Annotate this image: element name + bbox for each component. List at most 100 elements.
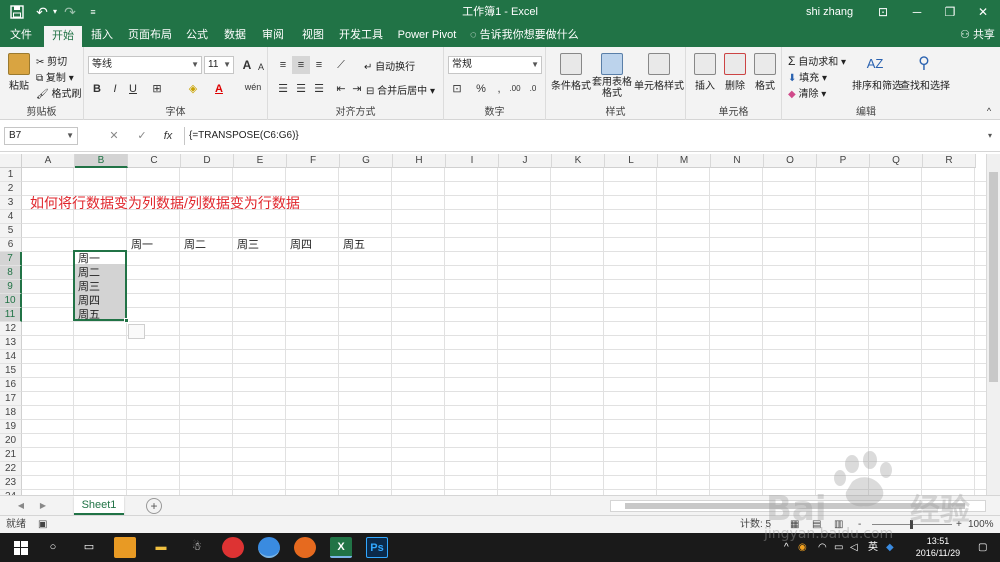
tab-review[interactable]: 审阅 xyxy=(256,24,290,47)
cell-colb-value[interactable]: 周二 xyxy=(78,266,100,280)
cancel-icon[interactable]: ✕ xyxy=(106,127,122,145)
cut-button[interactable]: ✂ 剪切 xyxy=(36,53,67,68)
save-icon[interactable] xyxy=(8,3,26,21)
autosum-button[interactable]: Σ 自动求和 ▾ xyxy=(788,53,846,68)
italic-button[interactable]: I xyxy=(106,80,124,98)
column-header-g[interactable]: G xyxy=(340,154,393,168)
user-name[interactable]: shi zhang xyxy=(806,0,853,24)
tab-power-pivot[interactable]: Power Pivot xyxy=(392,24,462,47)
task-view-icon[interactable]: ▭ xyxy=(78,537,100,558)
bold-button[interactable]: B xyxy=(88,80,106,98)
orientation-icon[interactable]: ⟋ xyxy=(332,56,350,74)
column-header-f[interactable]: F xyxy=(287,154,340,168)
decrease-decimal-button[interactable]: .0 xyxy=(524,80,542,98)
row-header-20[interactable]: 20 xyxy=(0,434,22,448)
restore-button[interactable]: ❐ xyxy=(933,0,967,24)
undo-dropdown-icon[interactable]: ▾ xyxy=(50,3,60,21)
tab-insert[interactable]: 插入 xyxy=(84,24,120,47)
vertical-scrollbar[interactable] xyxy=(986,154,1000,495)
tab-page-layout[interactable]: 页面布局 xyxy=(124,24,176,47)
ribbon-display-icon[interactable]: ⊡ xyxy=(866,0,900,24)
column-header-d[interactable]: D xyxy=(181,154,234,168)
row-header-17[interactable]: 17 xyxy=(0,392,22,406)
column-header-n[interactable]: N xyxy=(711,154,764,168)
clear-button[interactable]: ◆ 清除 ▾ xyxy=(788,85,826,100)
tab-developer[interactable]: 开发工具 xyxy=(336,24,386,47)
font-color-icon[interactable]: A xyxy=(210,80,228,98)
tell-me-box[interactable]: ◌ 告诉我你想要做什么 xyxy=(470,24,579,47)
redo-icon[interactable]: ↷ xyxy=(62,3,78,21)
row-header-8[interactable]: 8 xyxy=(0,266,22,280)
undo-icon[interactable]: ↶ xyxy=(34,3,50,21)
column-header-b[interactable]: B xyxy=(75,154,128,168)
expand-formula-icon[interactable]: ▾ xyxy=(982,127,998,145)
format-as-table-button[interactable]: 套用表格格式 xyxy=(590,53,634,99)
number-format-combo[interactable]: 常规 ▼ xyxy=(448,56,542,74)
cell-row6-value[interactable]: 周四 xyxy=(290,238,312,252)
row-header-3[interactable]: 3 xyxy=(0,196,22,210)
fill-button[interactable]: ⬇ 填充 ▾ xyxy=(788,69,827,84)
name-box[interactable]: B7 ▼ xyxy=(4,127,78,145)
column-header-c[interactable]: C xyxy=(128,154,181,168)
align-middle-icon[interactable]: ≡ xyxy=(292,56,310,74)
borders-icon[interactable]: ⊞ xyxy=(148,80,166,98)
paste-button[interactable]: 粘贴 xyxy=(6,53,32,92)
row-header-5[interactable]: 5 xyxy=(0,224,22,238)
file-explorer-icon[interactable]: ▬ xyxy=(150,537,172,558)
align-left-icon[interactable]: ☰ xyxy=(274,80,292,98)
tab-file[interactable]: 文件 xyxy=(2,24,40,47)
browser-icon[interactable] xyxy=(258,537,280,558)
qq-penguin-icon[interactable]: ☃ xyxy=(186,537,208,558)
row-header-23[interactable]: 23 xyxy=(0,476,22,490)
align-top-icon[interactable]: ≡ xyxy=(274,56,292,74)
font-size-combo[interactable]: 11 ▼ xyxy=(204,56,234,74)
windows-start-icon[interactable] xyxy=(10,537,32,558)
column-header-h[interactable]: H xyxy=(393,154,446,168)
column-header-i[interactable]: I xyxy=(446,154,499,168)
phonetic-guide-button[interactable]: wén xyxy=(240,78,266,96)
sort-filter-button[interactable]: AZ 排序和筛选 xyxy=(852,53,902,92)
row-header-21[interactable]: 21 xyxy=(0,448,22,462)
minimize-button[interactable]: ─ xyxy=(900,0,934,24)
row-header-7[interactable]: 7 xyxy=(0,252,22,266)
share-button[interactable]: ⚇ 共享 xyxy=(960,24,995,47)
align-bottom-icon[interactable]: ≡ xyxy=(310,56,328,74)
cell-row6-value[interactable]: 周一 xyxy=(131,238,153,252)
merge-center-button[interactable]: ⊟ 合并后居中 ▾ xyxy=(366,82,435,97)
cell-row6-value[interactable]: 周五 xyxy=(343,238,365,252)
column-header-p[interactable]: P xyxy=(817,154,870,168)
formula-input[interactable]: {=TRANSPOSE(C6:G6)} xyxy=(184,127,980,145)
firefox-icon[interactable] xyxy=(294,537,316,558)
increase-indent-icon[interactable]: ⇥ xyxy=(348,80,366,98)
delete-cells-button[interactable]: 删除 xyxy=(720,53,750,92)
cell-row6-value[interactable]: 周三 xyxy=(237,238,259,252)
fill-color-icon[interactable]: ◈ xyxy=(184,80,202,98)
row-header-16[interactable]: 16 xyxy=(0,378,22,392)
enter-icon[interactable]: ✓ xyxy=(134,127,150,145)
row-header-10[interactable]: 10 xyxy=(0,294,22,308)
worksheet-grid[interactable]: ABCDEFGHIJKLMNOPQR 1 2 3 4 5 6 7 8 9 10 11 12 13 14 15… xyxy=(0,154,986,495)
row-header-15[interactable]: 15 xyxy=(0,364,22,378)
align-right-icon[interactable]: ☰ xyxy=(310,80,328,98)
insert-function-icon[interactable]: fx xyxy=(160,127,176,145)
tab-home[interactable]: 开始 xyxy=(44,26,82,47)
excel-taskbar-icon[interactable]: X xyxy=(330,537,352,558)
row-header-18[interactable]: 18 xyxy=(0,406,22,420)
row-header-22[interactable]: 22 xyxy=(0,462,22,476)
row-header-4[interactable]: 4 xyxy=(0,210,22,224)
column-header-j[interactable]: J xyxy=(499,154,552,168)
cell-colb-value[interactable]: 周三 xyxy=(78,280,100,294)
tab-view[interactable]: 视图 xyxy=(296,24,330,47)
format-cells-button[interactable]: 格式 xyxy=(750,53,780,92)
conditional-format-button[interactable]: 条件格式 xyxy=(550,53,592,92)
row-header-9[interactable]: 9 xyxy=(0,280,22,294)
cells-area[interactable]: 如何将行数据变为列数据/列数据变为行数据 周一 周二 周三 周四 周五 周一 周二 周三 周四周… xyxy=(22,168,986,495)
wrap-text-button[interactable]: ↵ 自动换行 xyxy=(364,58,415,73)
cell-colb-value[interactable]: 周四 xyxy=(78,294,100,308)
row-header-6[interactable]: 6 xyxy=(0,238,22,252)
column-header-e[interactable]: E xyxy=(234,154,287,168)
format-painter-button[interactable]: 🖌 格式刷 xyxy=(36,85,81,100)
increase-decimal-button[interactable]: .00 xyxy=(506,80,524,98)
fill-handle[interactable] xyxy=(124,318,129,323)
row-header-12[interactable]: 12 xyxy=(0,322,22,336)
